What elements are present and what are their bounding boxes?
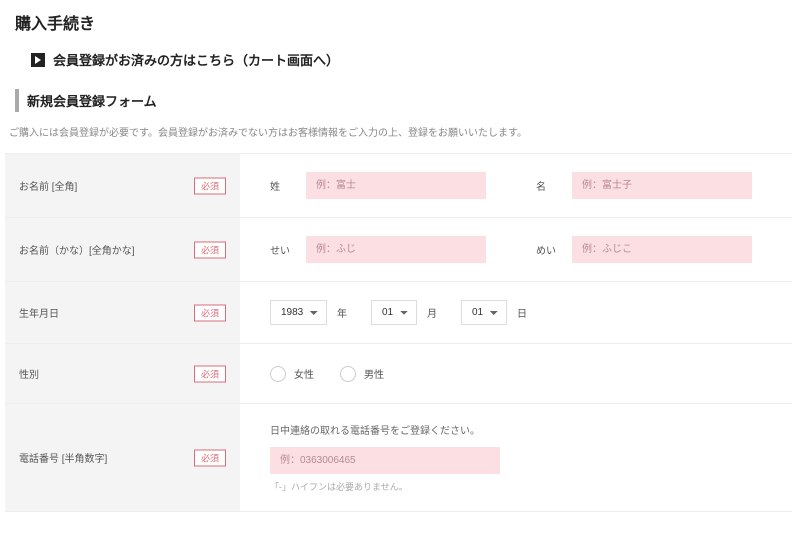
gender-female-radio[interactable]: 女性 xyxy=(270,366,314,382)
radio-icon xyxy=(270,366,286,382)
mei-label: 名 xyxy=(536,178,562,193)
phone-note: 日中連絡の取れる電話番号をご登録ください。 xyxy=(270,422,778,437)
required-badge: 必須 xyxy=(194,241,226,258)
phone-label-text: 電話番号 [半角数字] xyxy=(19,454,107,465)
last-name-input[interactable] xyxy=(306,172,486,199)
phone-row-label: 電話番号 [半角数字] 必須 xyxy=(5,404,240,512)
month-unit: 月 xyxy=(427,305,437,320)
name-label-text: お名前 [全角] xyxy=(19,182,77,193)
required-badge: 必須 xyxy=(194,449,226,466)
login-link[interactable]: 会員登録がお済みの方はこちら（カート画面へ） xyxy=(31,50,792,69)
gender-male-radio[interactable]: 男性 xyxy=(340,366,384,382)
name-row-label: お名前 [全角] 必須 xyxy=(5,154,240,218)
section-description: ご購入には会員登録が必要です。会員登録がお済みでない方はお客様情報をご入力の上、… xyxy=(9,124,792,139)
gender-row-label: 性別 必須 xyxy=(5,344,240,404)
female-label: 女性 xyxy=(294,366,314,381)
first-name-kana-input[interactable] xyxy=(572,236,752,263)
gender-label-text: 性別 xyxy=(19,370,39,381)
first-name-input[interactable] xyxy=(572,172,752,199)
login-link-label: 会員登録がお済みの方はこちら（カート画面へ） xyxy=(53,50,339,69)
phone-hint: 「-」ハイフンは必要ありません。 xyxy=(270,480,778,493)
sei-label: 姓 xyxy=(270,178,296,193)
year-unit: 年 xyxy=(337,305,347,320)
kana-sei-label: せい xyxy=(270,242,296,257)
required-badge: 必須 xyxy=(194,365,226,382)
birth-row-label: 生年月日 必須 xyxy=(5,282,240,344)
required-badge: 必須 xyxy=(194,304,226,321)
page-title: 購入手続き xyxy=(15,10,792,34)
required-badge: 必須 xyxy=(194,177,226,194)
birth-year-select[interactable]: 1983 xyxy=(270,300,327,325)
registration-form-table: お名前 [全角] 必須 姓 名 お名前（かな）[全角かな] 必須 せい xyxy=(5,153,792,512)
day-unit: 日 xyxy=(517,305,527,320)
birth-month-select[interactable]: 01 xyxy=(371,300,417,325)
radio-icon xyxy=(340,366,356,382)
birth-day-select[interactable]: 01 xyxy=(461,300,507,325)
last-name-kana-input[interactable] xyxy=(306,236,486,263)
kana-mei-label: めい xyxy=(536,242,562,257)
section-title: 新規会員登録フォーム xyxy=(15,89,792,112)
male-label: 男性 xyxy=(364,366,384,381)
kana-row-label: お名前（かな）[全角かな] 必須 xyxy=(5,218,240,282)
birth-label-text: 生年月日 xyxy=(19,309,59,320)
phone-input[interactable] xyxy=(270,447,500,474)
kana-label-text: お名前（かな）[全角かな] xyxy=(19,246,135,257)
arrow-right-icon xyxy=(31,53,45,67)
